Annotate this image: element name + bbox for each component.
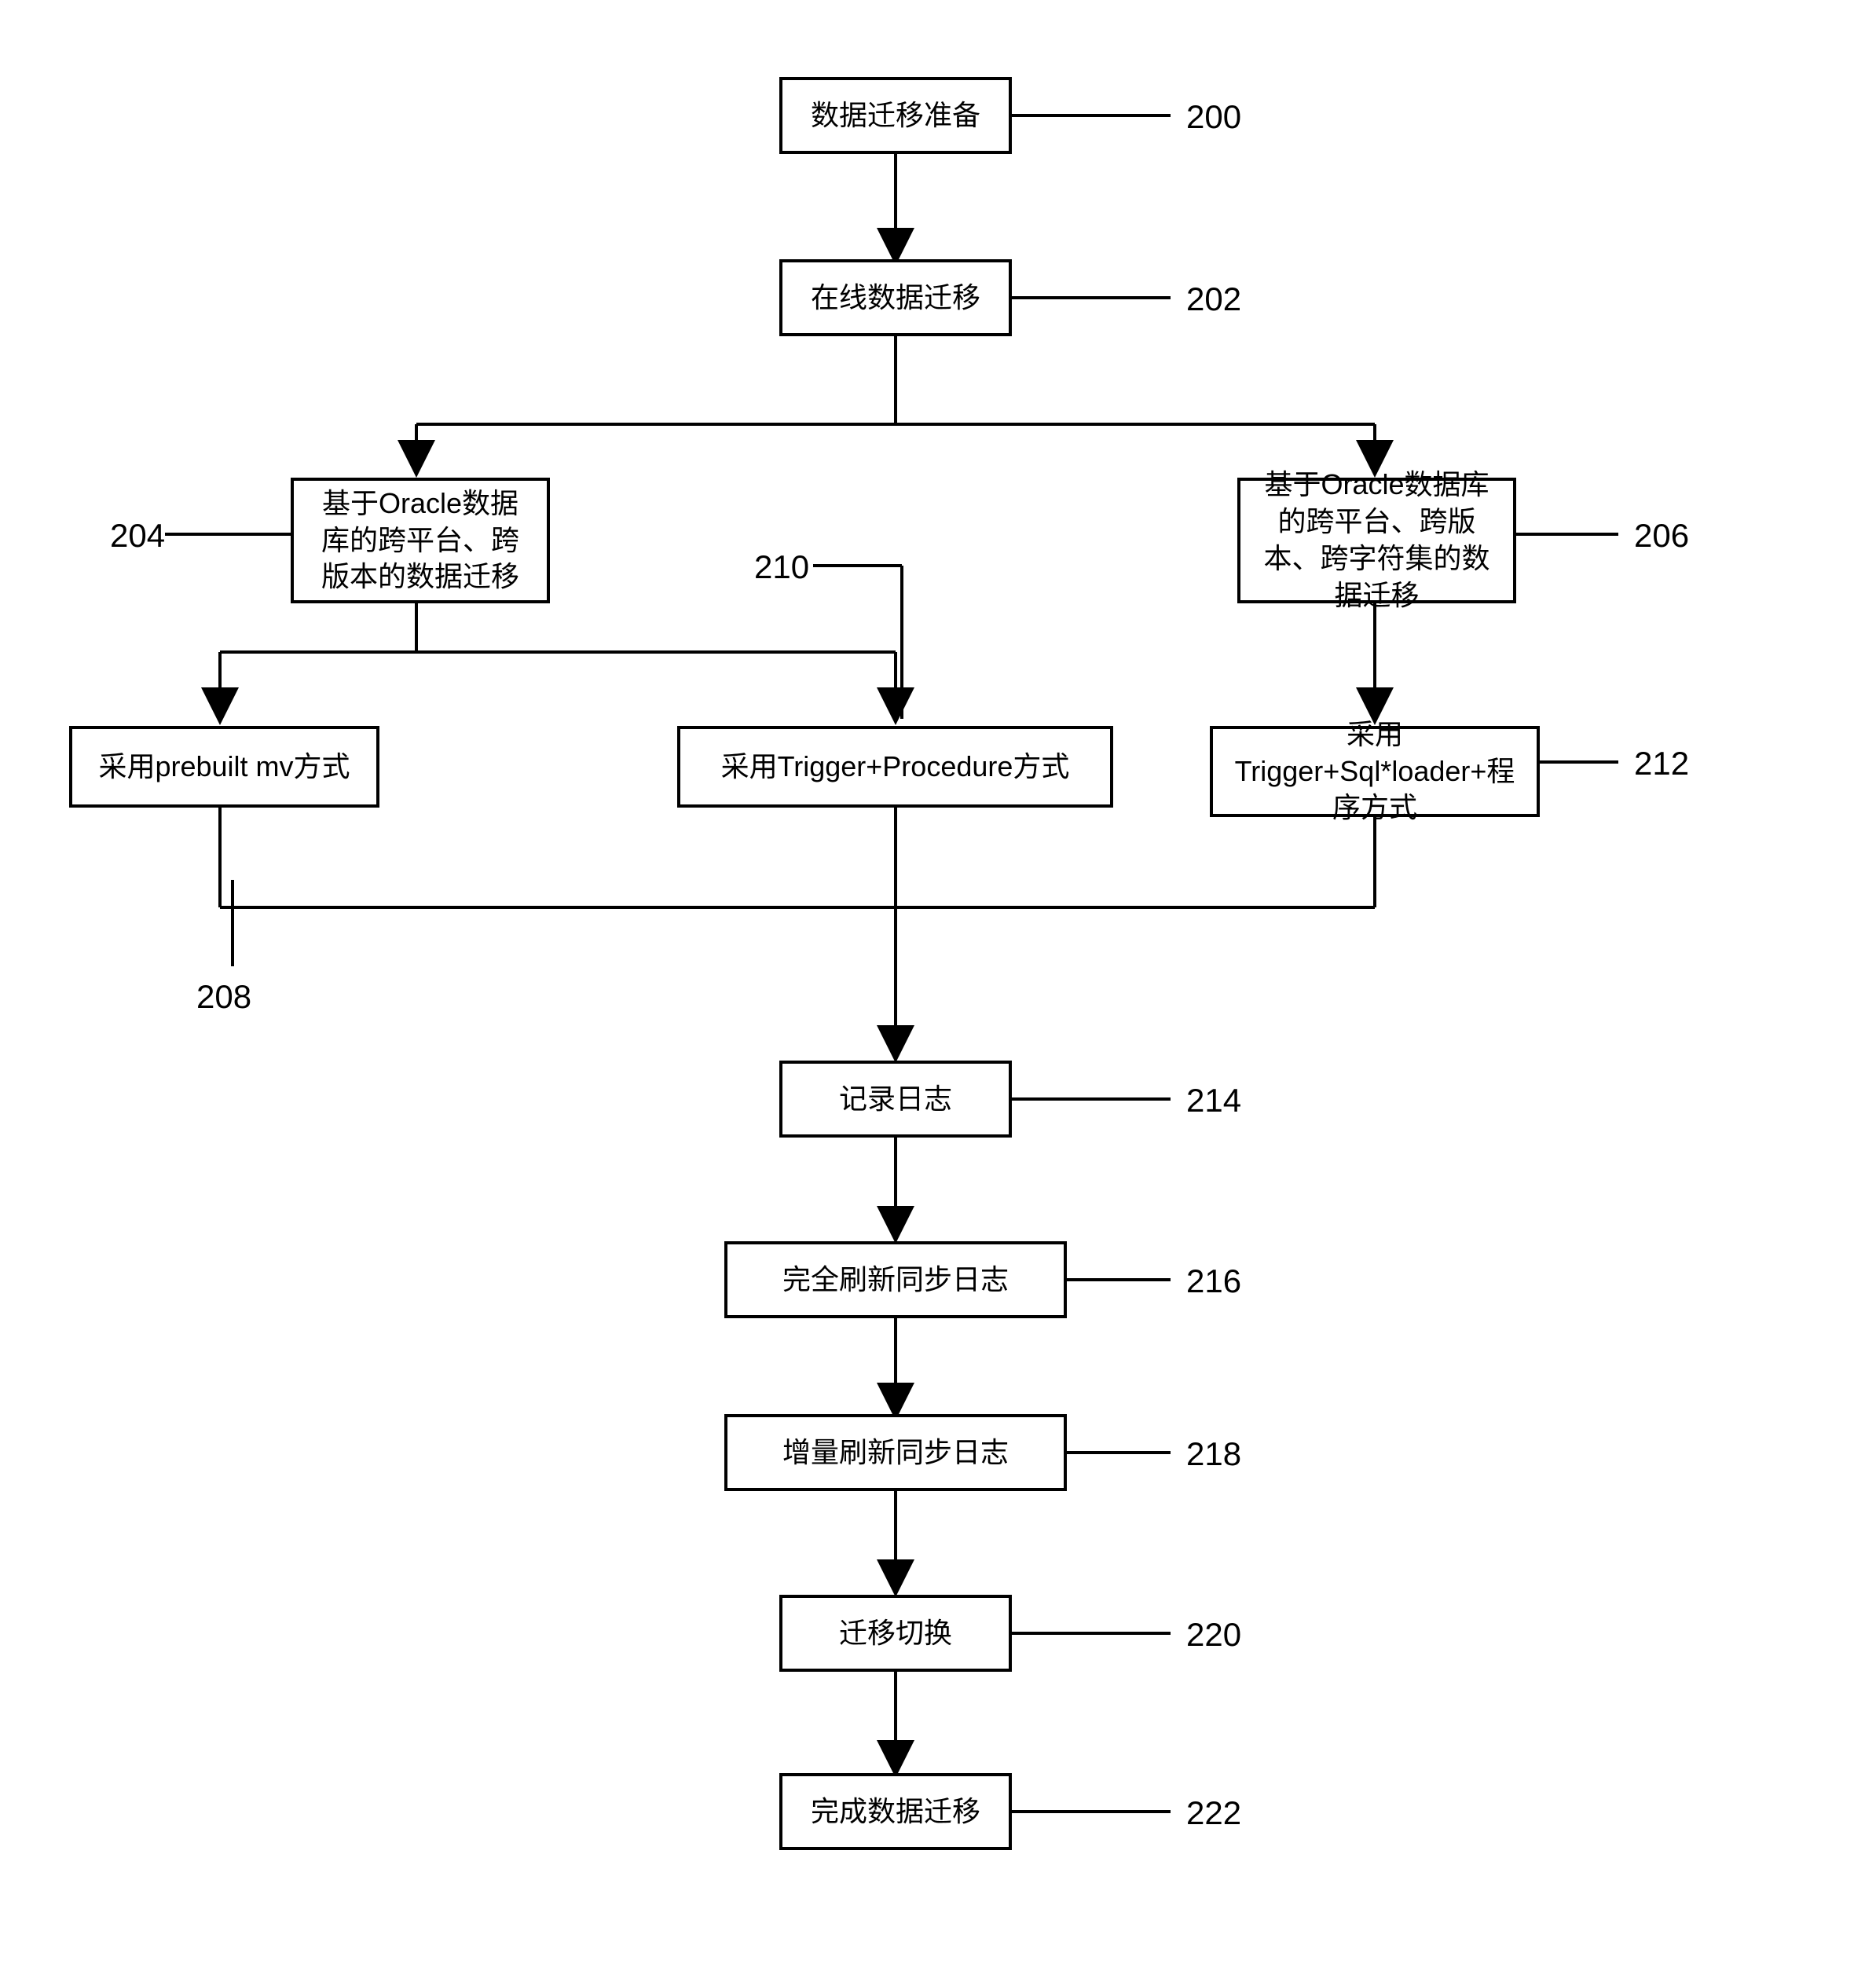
node-210-text: 采用Trigger+Procedure方式 [721, 749, 1070, 786]
label-208: 208 [196, 978, 251, 1016]
node-220-text: 迁移切换 [839, 1615, 952, 1652]
node-204: 基于Oracle数据库的跨平台、跨版本的数据迁移 [291, 478, 550, 603]
node-222-text: 完成数据迁移 [811, 1794, 980, 1830]
label-200: 200 [1186, 98, 1241, 136]
label-216: 216 [1186, 1262, 1241, 1300]
node-212-text: 采用Trigger+Sql*loader+程序方式 [1229, 716, 1521, 826]
node-206: 基于Oracle数据库的跨平台、跨版本、跨字符集的数据迁移 [1237, 478, 1516, 603]
node-222: 完成数据迁移 [779, 1773, 1012, 1850]
node-220: 迁移切换 [779, 1595, 1012, 1672]
node-216-text: 完全刷新同步日志 [782, 1262, 1009, 1299]
label-218: 218 [1186, 1435, 1241, 1473]
node-202: 在线数据迁移 [779, 259, 1012, 336]
label-210: 210 [754, 548, 809, 586]
label-220: 220 [1186, 1616, 1241, 1654]
node-208: 采用prebuilt mv方式 [69, 726, 379, 808]
label-212: 212 [1634, 745, 1689, 782]
label-214: 214 [1186, 1082, 1241, 1119]
node-208-text: 采用prebuilt mv方式 [98, 749, 350, 786]
node-218-text: 增量刷新同步日志 [782, 1435, 1009, 1471]
node-212: 采用Trigger+Sql*loader+程序方式 [1210, 726, 1540, 817]
label-202: 202 [1186, 280, 1241, 318]
node-214: 记录日志 [779, 1061, 1012, 1138]
node-202-text: 在线数据迁移 [811, 280, 980, 317]
label-204: 204 [110, 517, 165, 555]
node-214-text: 记录日志 [839, 1081, 952, 1118]
node-200-text: 数据迁移准备 [811, 97, 980, 134]
label-206: 206 [1634, 517, 1689, 555]
node-218: 增量刷新同步日志 [724, 1414, 1067, 1491]
node-210: 采用Trigger+Procedure方式 [677, 726, 1113, 808]
node-200: 数据迁移准备 [779, 77, 1012, 154]
node-204-text: 基于Oracle数据库的跨平台、跨版本的数据迁移 [310, 486, 531, 595]
label-222: 222 [1186, 1794, 1241, 1832]
node-216: 完全刷新同步日志 [724, 1241, 1067, 1318]
node-206-text: 基于Oracle数据库的跨平台、跨版本、跨字符集的数据迁移 [1256, 467, 1497, 614]
